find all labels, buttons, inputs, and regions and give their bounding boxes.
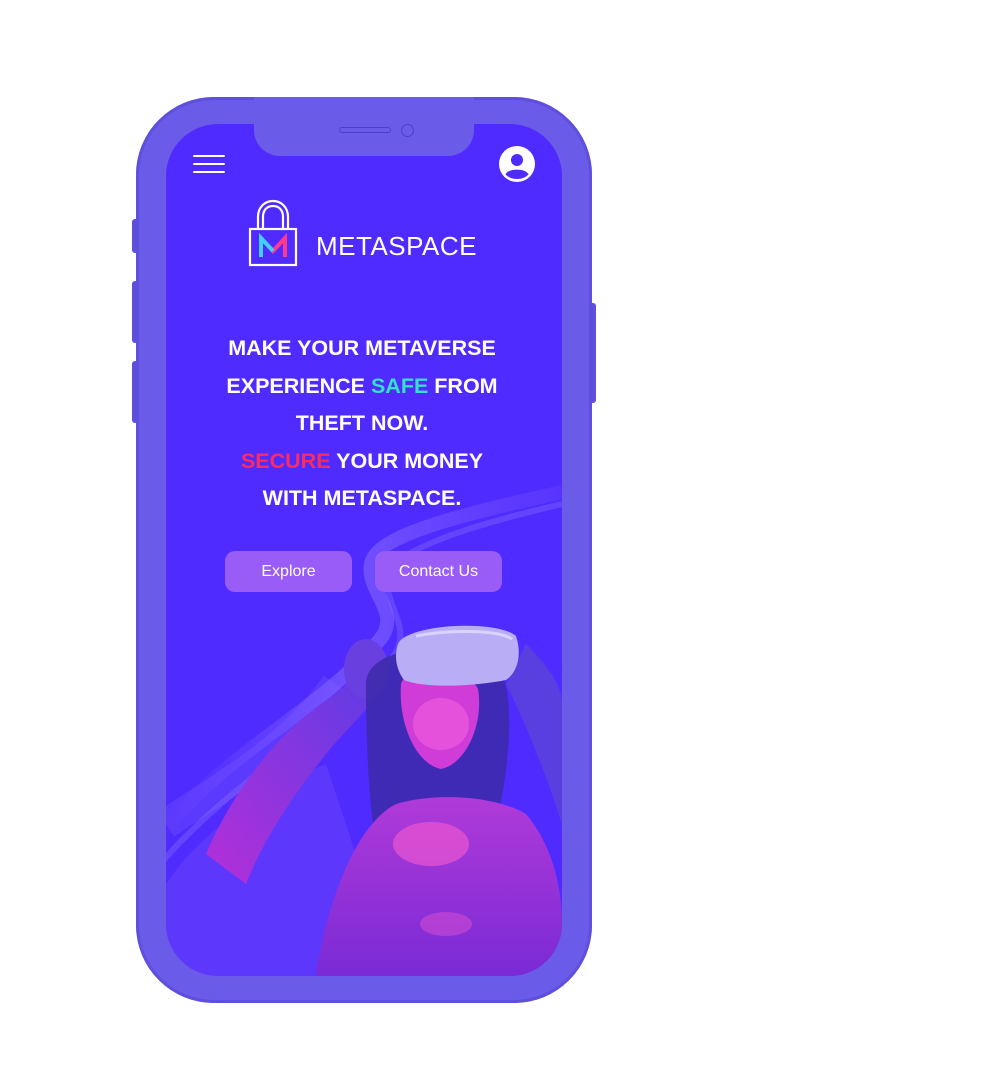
hero-line-5: WITH METASPACE. [262,486,462,510]
brand-name: METASPACE [316,231,478,261]
hero-line-2: EXPERIENCE SAFE FROM [190,368,534,406]
phone-mute-switch [132,219,138,253]
hero-line-4: SECURE YOUR MONEY [190,443,534,481]
phone-speaker [339,127,391,133]
padlock-icon [248,199,298,267]
explore-button[interactable]: Explore [225,551,352,592]
hero-headline: MAKE YOUR METAVERSE EXPERIENCE SAFE FROM… [190,330,534,518]
phone-volume-up-button [132,281,138,343]
secure-highlight: SECURE [240,448,331,473]
contact-us-button[interactable]: Contact Us [375,551,502,592]
hero-line-2-start: EXPERIENCE [226,373,371,398]
hero-line-2-end: FROM [428,373,498,398]
phone-power-button [590,303,596,403]
hero-line-3: THEFT NOW. [295,411,429,435]
phone-camera [401,124,414,137]
user-avatar-icon[interactable] [499,146,535,182]
hamburger-menu-icon[interactable] [193,153,225,175]
hero-line-4-end: YOUR MONEY [330,448,484,473]
phone-volume-down-button [132,361,138,423]
safe-highlight: SAFE [370,373,429,398]
hero-line-1: MAKE YOUR METAVERSE [228,336,496,360]
